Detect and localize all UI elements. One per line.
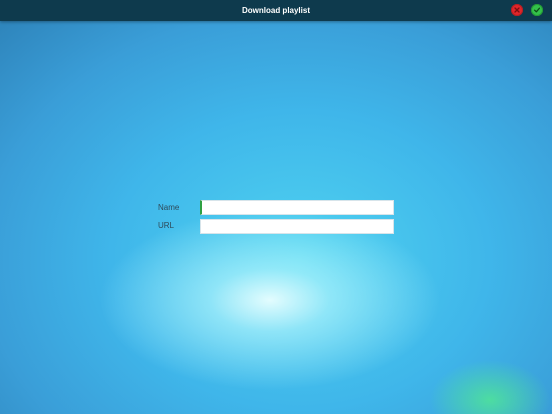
page-title: Download playlist bbox=[241, 6, 310, 15]
app-screen: Download playlist Name URL bbox=[0, 0, 552, 414]
url-label: URL bbox=[158, 221, 175, 230]
name-label: Name bbox=[158, 203, 180, 212]
confirm-button[interactable] bbox=[531, 4, 543, 16]
checkmark-icon bbox=[533, 7, 541, 13]
top-bar: Download playlist bbox=[0, 0, 552, 21]
url-field[interactable] bbox=[200, 219, 394, 234]
cancel-button[interactable] bbox=[511, 4, 523, 16]
close-icon bbox=[514, 7, 520, 13]
name-field[interactable] bbox=[200, 200, 394, 215]
